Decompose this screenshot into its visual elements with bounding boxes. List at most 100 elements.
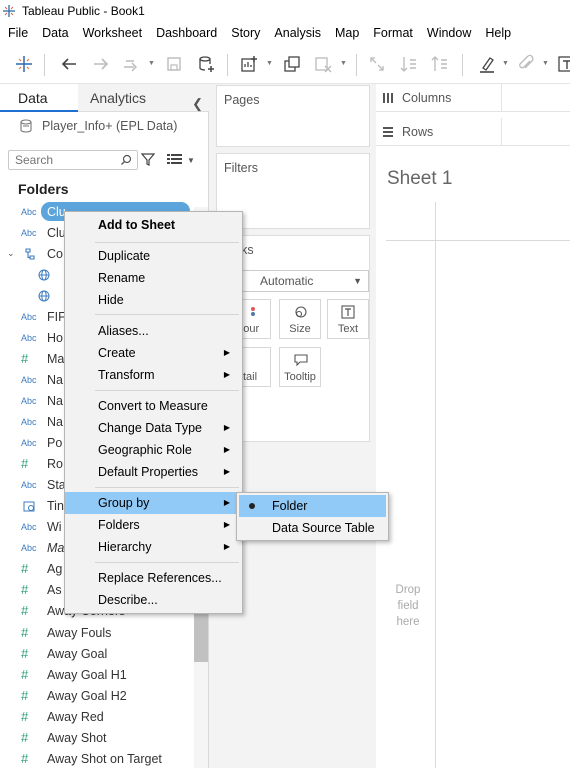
menu-item-label: Create xyxy=(98,346,136,360)
drop-field-hint[interactable]: Drop field here xyxy=(390,582,426,630)
drop-hint-line: here xyxy=(396,616,420,628)
rows-shelf[interactable]: Rows xyxy=(376,118,570,146)
redo-icon[interactable] xyxy=(89,52,113,76)
chevron-down-icon[interactable]: ▼ xyxy=(340,60,348,68)
menu-separator xyxy=(95,314,239,315)
menu-item-label: Group by xyxy=(98,496,150,510)
menu-map[interactable]: Map xyxy=(328,22,366,44)
menu-format[interactable]: Format xyxy=(366,22,420,44)
undo-icon[interactable] xyxy=(57,52,81,76)
number-type-icon: # xyxy=(21,667,29,682)
submenu-item-data-source-table[interactable]: Data Source Table xyxy=(239,517,386,539)
field-item[interactable]: # Away Shot on Target xyxy=(0,748,195,768)
menu-item-rename[interactable]: Rename xyxy=(65,267,242,289)
number-type-icon: # xyxy=(21,351,29,366)
toolbar-separator xyxy=(462,54,463,76)
menu-item-aliases[interactable]: Aliases... xyxy=(65,320,242,342)
size-button[interactable]: Size xyxy=(279,299,321,339)
sort-ascending-icon[interactable] xyxy=(397,52,421,76)
field-name: Away Goal xyxy=(47,646,108,661)
menu-file[interactable]: File xyxy=(0,22,35,44)
menu-item-hierarchy[interactable]: Hierarchy ▶ xyxy=(65,536,242,558)
field-name: Co xyxy=(47,246,63,261)
view-options-icon[interactable] xyxy=(167,153,183,165)
menu-item-geographic-role[interactable]: Geographic Role ▶ xyxy=(65,439,242,461)
field-item[interactable]: # Away Goal xyxy=(0,643,195,664)
chevron-down-icon[interactable]: ▼ xyxy=(187,156,195,165)
menu-data[interactable]: Data xyxy=(35,22,75,44)
menu-item-replace-references[interactable]: Replace References... xyxy=(65,567,242,589)
mark-type-dropdown[interactable]: Automatic ▼ xyxy=(229,270,369,292)
save-icon[interactable] xyxy=(162,52,186,76)
filter-icon[interactable] xyxy=(141,152,155,166)
chevron-down-icon[interactable]: ▼ xyxy=(148,60,156,68)
text-format-icon[interactable] xyxy=(555,52,570,76)
menu-item-add-to-sheet[interactable]: Add to Sheet xyxy=(65,214,242,236)
menu-story[interactable]: Story xyxy=(224,22,267,44)
menu-item-label: Default Properties xyxy=(98,465,199,479)
chevron-down-icon[interactable]: ▼ xyxy=(502,60,510,68)
collapse-pane-icon[interactable]: ❮ xyxy=(192,90,203,118)
chevron-down-icon[interactable]: ▼ xyxy=(266,60,274,68)
search-field[interactable] xyxy=(8,150,138,170)
replay-icon[interactable] xyxy=(119,52,143,76)
menu-item-convert-to-measure[interactable]: Convert to Measure xyxy=(65,395,242,417)
field-name: Ro xyxy=(47,456,63,471)
chevron-down-icon[interactable]: ⌄ xyxy=(7,248,15,259)
field-item[interactable]: # Away Goal H2 xyxy=(0,685,195,706)
clear-sheet-icon[interactable] xyxy=(311,52,335,76)
columns-label: Columns xyxy=(402,91,452,105)
field-item[interactable]: # Away Fouls xyxy=(0,622,195,643)
menu-item-hide[interactable]: Hide xyxy=(65,289,242,311)
search-input[interactable] xyxy=(9,151,115,169)
chevron-right-icon: ▶ xyxy=(223,423,230,432)
data-source-name: Player_Info+ (EPL Data) xyxy=(42,119,178,133)
sheet-title[interactable]: Sheet 1 xyxy=(387,168,453,190)
tableau-start-icon[interactable] xyxy=(12,52,36,76)
number-type-icon: # xyxy=(21,582,29,597)
highlight-icon[interactable] xyxy=(475,52,499,76)
tab-analytics[interactable]: Analytics ❮ xyxy=(78,84,209,112)
menu-item-label: Transform xyxy=(98,368,155,382)
menu-item-default-properties[interactable]: Default Properties ▶ xyxy=(65,461,242,483)
menu-item-describe[interactable]: Describe... xyxy=(65,589,242,611)
chevron-down-icon: ▼ xyxy=(353,276,362,286)
sheet-canvas[interactable]: Sheet 1 Drop field here xyxy=(376,150,570,768)
field-item[interactable]: # Away Goal H1 xyxy=(0,664,195,685)
duplicate-sheet-icon[interactable] xyxy=(280,52,304,76)
field-item[interactable]: # Away Shot xyxy=(0,727,195,748)
menu-item-label: Folders xyxy=(98,518,140,532)
menu-dashboard[interactable]: Dashboard xyxy=(149,22,224,44)
field-context-menu: Add to Sheet Duplicate Rename Hide Alias… xyxy=(64,211,243,614)
number-type-icon: # xyxy=(21,603,29,618)
field-item[interactable]: # Away Red xyxy=(0,706,195,727)
menu-window[interactable]: Window xyxy=(420,22,478,44)
text-button[interactable]: Text xyxy=(327,299,369,339)
swap-rows-columns-icon[interactable] xyxy=(365,52,389,76)
field-name: Away Shot xyxy=(47,730,107,745)
chevron-right-icon: ▶ xyxy=(223,445,230,454)
data-source-item[interactable]: Player_Info+ (EPL Data) xyxy=(18,116,177,136)
tab-data[interactable]: Data xyxy=(0,84,78,112)
chevron-down-icon[interactable]: ▼ xyxy=(542,60,550,68)
pages-card[interactable]: Pages xyxy=(216,85,370,147)
menu-item-label: Hierarchy xyxy=(98,540,152,554)
tooltip-button[interactable]: Tooltip xyxy=(279,347,321,387)
menu-item-duplicate[interactable]: Duplicate xyxy=(65,245,242,267)
attachment-icon[interactable] xyxy=(514,52,538,76)
columns-shelf[interactable]: Columns xyxy=(376,84,570,112)
number-type-icon: # xyxy=(21,751,29,766)
menu-help[interactable]: Help xyxy=(478,22,518,44)
menu-item-group-by[interactable]: Group by ▶ xyxy=(65,492,242,514)
new-worksheet-icon[interactable] xyxy=(237,52,261,76)
new-data-source-icon[interactable] xyxy=(194,52,218,76)
menu-item-create[interactable]: Create ▶ xyxy=(65,342,242,364)
submenu-item-folder[interactable]: Folder xyxy=(239,495,386,517)
menu-analysis[interactable]: Analysis xyxy=(267,22,328,44)
pages-label: Pages xyxy=(224,93,260,107)
menu-worksheet[interactable]: Worksheet xyxy=(76,22,150,44)
menu-item-folders[interactable]: Folders ▶ xyxy=(65,514,242,536)
menu-item-change-data-type[interactable]: Change Data Type ▶ xyxy=(65,417,242,439)
sort-descending-icon[interactable] xyxy=(428,52,452,76)
menu-item-transform[interactable]: Transform ▶ xyxy=(65,364,242,386)
